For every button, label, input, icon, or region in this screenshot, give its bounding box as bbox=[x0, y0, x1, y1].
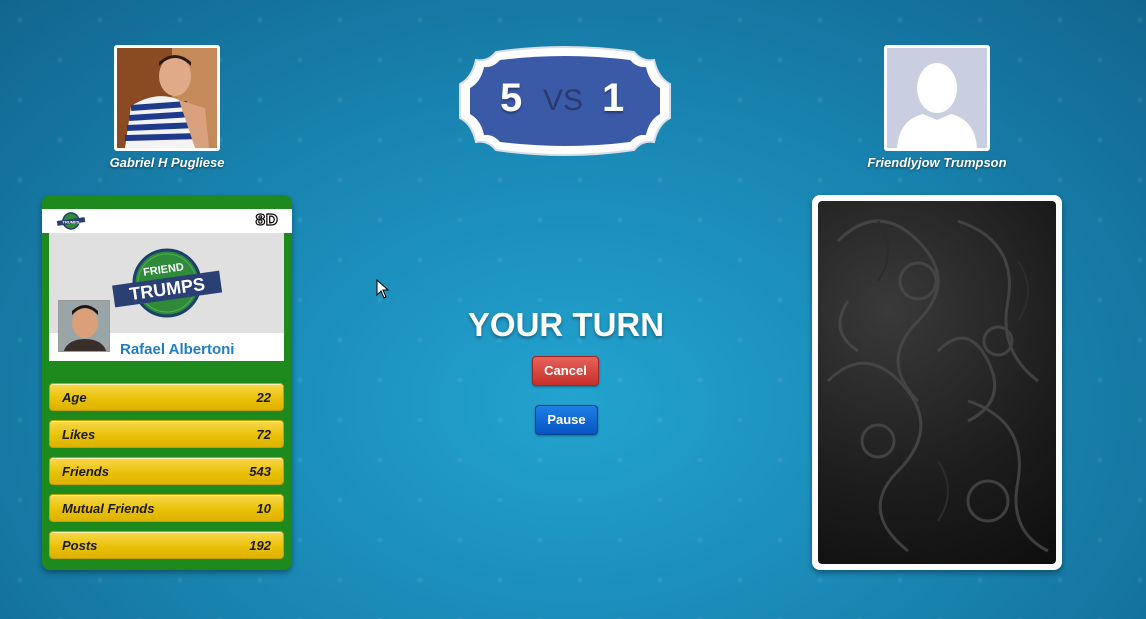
stat-value: 72 bbox=[256, 427, 271, 442]
player-right: Friendlyjow Trumpson bbox=[837, 45, 1037, 170]
score-right: 1 bbox=[602, 76, 625, 120]
opponent-card-back bbox=[812, 195, 1062, 570]
stat-label: Mutual Friends bbox=[62, 501, 155, 516]
card-mini-logo: TRUMPS bbox=[56, 212, 86, 235]
stat-value: 10 bbox=[256, 501, 271, 516]
mouse-cursor-icon bbox=[376, 278, 390, 304]
score-badge: 5 VS 1 bbox=[456, 46, 674, 158]
stat-likes[interactable]: Likes 72 bbox=[49, 420, 284, 448]
player-left: Gabriel H Pugliese bbox=[67, 45, 267, 170]
stat-label: Age bbox=[62, 390, 87, 405]
card-name: Rafael Albertoni bbox=[120, 341, 235, 358]
stat-age[interactable]: Age 22 bbox=[49, 383, 284, 411]
player-left-name: Gabriel H Pugliese bbox=[109, 155, 225, 170]
turn-title: YOUR TURN bbox=[467, 306, 665, 343]
pause-button[interactable]: Pause bbox=[535, 405, 598, 435]
score-vs: VS bbox=[543, 84, 584, 117]
stat-label: Posts bbox=[62, 538, 98, 553]
cancel-button[interactable]: Cancel bbox=[532, 356, 599, 386]
card-avatar bbox=[58, 300, 110, 352]
stat-friends[interactable]: Friends 543 bbox=[49, 457, 284, 485]
card-top-bar: TRUMPS 8D bbox=[42, 209, 292, 233]
stat-value: 192 bbox=[249, 538, 271, 553]
card-back-pattern bbox=[818, 201, 1056, 564]
player-right-avatar bbox=[884, 45, 990, 151]
stat-posts[interactable]: Posts 192 bbox=[49, 531, 284, 559]
stat-label: Likes bbox=[62, 427, 96, 442]
score-left: 5 bbox=[500, 76, 523, 120]
stat-value: 22 bbox=[256, 390, 271, 405]
svg-text:TRUMPS: TRUMPS bbox=[63, 220, 80, 225]
stat-mutual-friends[interactable]: Mutual Friends 10 bbox=[49, 494, 284, 522]
card-id: 8D bbox=[255, 210, 279, 229]
player-right-name: Friendlyjow Trumpson bbox=[867, 155, 1007, 170]
stat-value: 543 bbox=[249, 464, 271, 479]
player-card: TRUMPS 8D FRIEND TRUMPS Rafael Albertoni… bbox=[42, 195, 292, 570]
player-left-avatar bbox=[114, 45, 220, 151]
stat-label: Friends bbox=[62, 464, 109, 479]
